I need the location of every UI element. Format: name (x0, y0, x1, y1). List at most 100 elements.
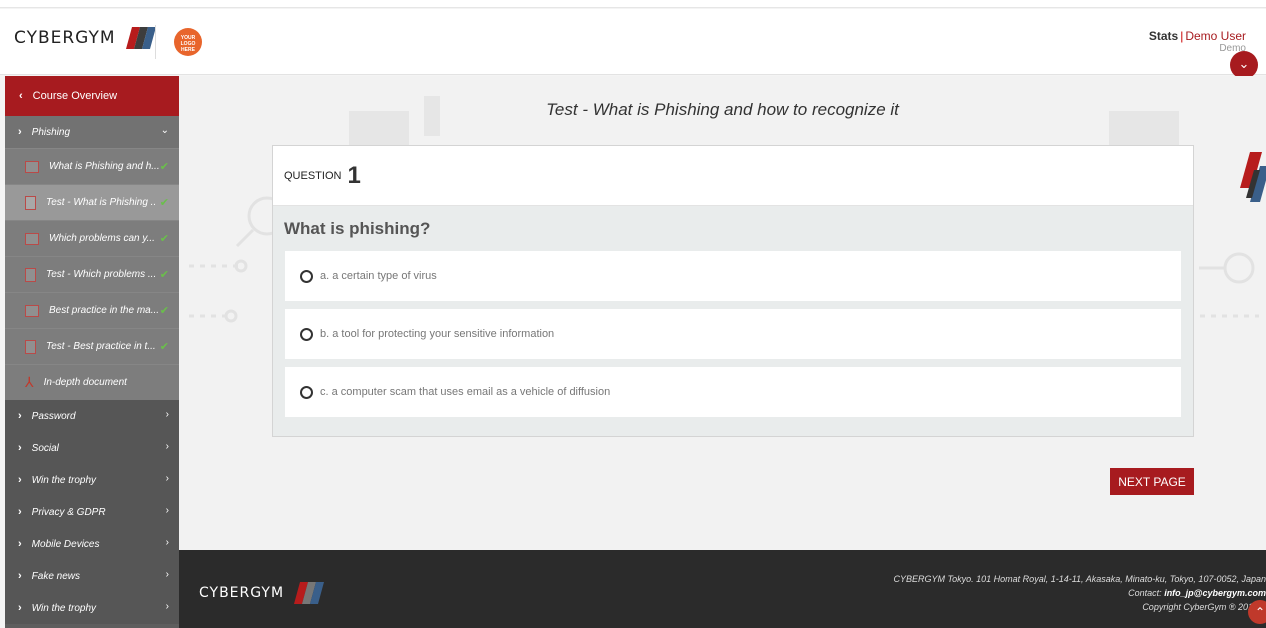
course-overview-label: Course Overview (32, 90, 118, 102)
section-label: Phishing (31, 126, 71, 138)
section-label: Privacy & GDPR (31, 506, 106, 518)
logo-mark-icon (125, 27, 156, 49)
footer-address: CYBERGYM Tokyo. 101 Homat Royal, 1-14-11… (893, 574, 1266, 584)
chevron-right-icon: › (18, 538, 22, 550)
sidebar-section-mobile-devices[interactable]: › Mobile Devices › (5, 528, 179, 560)
top-strip (0, 0, 1266, 8)
chevron-right-icon: › (18, 506, 22, 518)
sidebar-lesson-item[interactable]: ⅄ In-depth document (5, 364, 179, 400)
lesson-label: Best practice in the ma... (49, 305, 159, 316)
video-icon (25, 232, 39, 245)
section-label: Win the trophy (31, 474, 97, 486)
your-logo-line: HERE (181, 47, 195, 53)
sidebar-section-win-the-trophy-2[interactable]: › Win the trophy › (5, 592, 179, 624)
sidebar-lesson-item[interactable]: Test - Which problems ... ✔ (5, 256, 179, 292)
question-header: QUESTION 1 (273, 146, 1193, 206)
answer-option-a[interactable]: a. a certain type of virus (285, 251, 1181, 301)
cybergym-logo[interactable]: CYBERGYM (14, 27, 160, 49)
footer-contact-label: Contact: (1128, 588, 1162, 598)
answer-option-b[interactable]: b. a tool for protecting your sensitive … (285, 309, 1181, 359)
radio-button[interactable] (300, 327, 313, 341)
header-divider (155, 25, 156, 59)
user-name-link[interactable]: Demo User (1185, 29, 1246, 43)
page: CYBERGYM YOUR LOGO HERE Stats | Demo User … (0, 0, 1266, 628)
chevron-right-icon: › (18, 474, 22, 486)
logo-text: CYBERGYM (14, 28, 116, 48)
lesson-label: In-depth document (43, 377, 127, 388)
chevron-right-icon: › (165, 505, 169, 516)
footer-contact-email[interactable]: info_jp@cybergym.com (1164, 588, 1266, 598)
next-page-button[interactable]: NEXT PAGE (1110, 468, 1194, 495)
stats-link[interactable]: Stats (1149, 29, 1178, 43)
completed-check-icon: ✔ (159, 233, 169, 245)
footer: CYBERGYM CYBERGYM Tokyo. 101 Homat Royal… (179, 550, 1266, 628)
pdf-icon: ⅄ (25, 374, 34, 390)
lesson-label: Test - What is Phishing ... (46, 197, 156, 208)
separator: | (1180, 29, 1184, 43)
chevron-right-icon: › (165, 569, 169, 580)
lesson-label: What is Phishing and h... (49, 161, 159, 172)
answer-option-c[interactable]: c. a computer scam that uses email as a … (285, 367, 1181, 417)
sidebar-section-password[interactable]: › Password › (5, 400, 179, 432)
user-subtitle: Demo (1219, 43, 1246, 54)
sidebar-lesson-item[interactable]: Best practice in the ma... ✔ (5, 292, 179, 328)
section-label: Mobile Devices (31, 538, 100, 550)
header: CYBERGYM YOUR LOGO HERE Stats | Demo User … (0, 9, 1266, 79)
video-icon (25, 304, 39, 317)
chevron-right-icon: › (165, 537, 169, 548)
radio-button[interactable] (300, 269, 313, 283)
sidebar-lesson-item[interactable]: Test - Best practice in t... ✔ (5, 328, 179, 364)
chevron-left-icon: ‹ (19, 90, 23, 102)
sidebar-lesson-item[interactable]: What is Phishing and h... ✔ (5, 148, 179, 184)
chevron-right-icon: › (18, 602, 22, 614)
sidebar-section-fake-news[interactable]: › Fake news › (5, 560, 179, 592)
user-area: Stats | Demo User Demo ⌄ (1149, 29, 1258, 79)
footer-logo[interactable]: CYBERGYM (199, 582, 328, 604)
main-content: Test - What is Phishing and how to recog… (179, 76, 1266, 550)
chevron-right-icon: › (18, 410, 22, 422)
question-text: What is phishing? (284, 219, 431, 238)
completed-check-icon: ✔ (159, 269, 169, 281)
sidebar-lesson-item-active[interactable]: Test - What is Phishing ... ✔ (5, 184, 179, 220)
scroll-to-top-icon[interactable]: ⌃ (1248, 600, 1266, 624)
sidebar-lesson-item[interactable]: Which problems can y... ✔ (5, 220, 179, 256)
footer-copyright: Copyright CyberGym ® 2018-2 (1142, 602, 1266, 612)
question-number: 1 (347, 161, 361, 189)
lesson-label: Test - Which problems ... (46, 269, 156, 280)
logo-mark-icon (294, 582, 325, 604)
completed-check-icon: ✔ (159, 341, 169, 353)
video-icon (25, 160, 39, 173)
brand-mark-icon (1240, 152, 1266, 202)
document-icon (25, 339, 36, 354)
question-label: QUESTION (284, 169, 342, 182)
lesson-label: Which problems can y... (49, 233, 155, 244)
radio-button[interactable] (300, 385, 313, 399)
completed-check-icon: ✔ (159, 305, 169, 317)
sidebar-section-privacy-gdpr[interactable]: › Privacy & GDPR › (5, 496, 179, 528)
answer-label: b. a tool for protecting your sensitive … (320, 328, 555, 340)
chevron-right-icon: › (18, 570, 22, 582)
answer-label: c. a computer scam that uses email as a … (320, 386, 611, 398)
user-menu-chevron-icon[interactable]: ⌄ (1230, 51, 1258, 79)
course-overview-button[interactable]: ‹ Course Overview (5, 76, 179, 116)
chevron-right-icon: › (165, 441, 169, 452)
footer-info: CYBERGYM Tokyo. 101 Homat Royal, 1-14-11… (893, 572, 1266, 614)
sidebar-section-phishing[interactable]: › Phishing ⌄ (5, 116, 179, 148)
completed-check-icon: ✔ (159, 161, 169, 173)
chevron-right-icon: › (165, 409, 169, 420)
chevron-down-icon: ⌄ (160, 125, 169, 136)
your-logo-placeholder: YOUR LOGO HERE (174, 28, 202, 56)
sidebar-section-win-the-trophy[interactable]: › Win the trophy › (5, 464, 179, 496)
section-label: Social (31, 442, 59, 454)
chevron-right-icon: › (18, 126, 22, 138)
section-label: Fake news (31, 570, 81, 582)
sidebar-section-social[interactable]: › Social › (5, 432, 179, 464)
answer-label: a. a certain type of virus (320, 270, 437, 282)
sidebar: ‹ Course Overview › Phishing ⌄ What is P… (5, 76, 179, 628)
footer-logo-text: CYBERGYM (199, 585, 285, 601)
document-icon (25, 267, 36, 282)
quiz-panel: QUESTION 1 What is phishing? a. a certai… (272, 145, 1194, 437)
chevron-right-icon: › (165, 601, 169, 612)
chevron-right-icon: › (18, 442, 22, 454)
section-label: Win the trophy (31, 602, 97, 614)
